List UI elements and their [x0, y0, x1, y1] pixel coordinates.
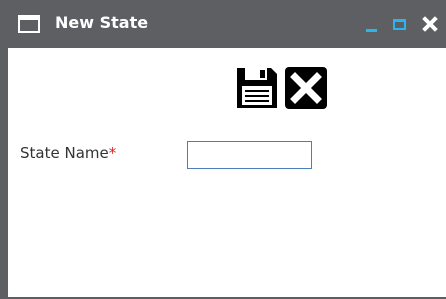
- required-marker: *: [108, 144, 117, 162]
- close-box-icon: [285, 67, 327, 109]
- minimize-icon[interactable]: [365, 18, 379, 32]
- save-button[interactable]: [235, 66, 279, 110]
- state-name-input[interactable]: [187, 141, 312, 169]
- cancel-button[interactable]: [284, 66, 328, 110]
- state-name-label-text: State Name: [20, 144, 109, 162]
- save-icon: [237, 68, 277, 108]
- title-bar[interactable]: New State: [0, 0, 446, 48]
- dialog-title: New State: [55, 13, 149, 32]
- window-icon: [18, 15, 40, 33]
- close-icon[interactable]: [422, 16, 438, 32]
- state-name-label: State Name*: [20, 144, 116, 162]
- maximize-icon[interactable]: [393, 19, 406, 30]
- new-state-dialog: New State State Name*: [0, 0, 446, 299]
- dialog-body: [0, 48, 446, 299]
